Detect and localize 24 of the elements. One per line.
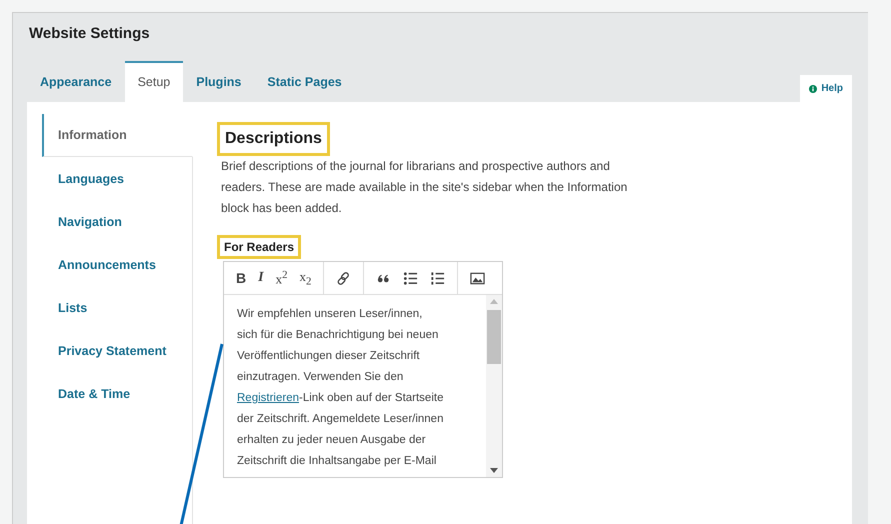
numbered-list-icon[interactable] (430, 270, 446, 286)
italic-button[interactable]: I (252, 270, 270, 286)
format-button[interactable]: x$^{2}$ (270, 268, 294, 288)
link-icon[interactable] (336, 270, 352, 286)
tab[interactable]: Plugins (183, 61, 254, 102)
tab[interactable]: Appearance (27, 61, 125, 102)
help-button[interactable]: Help (800, 75, 852, 102)
sidebar-item[interactable]: Information (42, 114, 193, 157)
rich-text-editor[interactable] (223, 261, 503, 478)
field-label: For Readers (217, 235, 302, 259)
register-link[interactable]: Registrieren (237, 392, 299, 404)
scrollbar[interactable] (486, 295, 502, 477)
tab[interactable]: Static Pages (254, 61, 355, 102)
editor-text: Wir empfehlen unseren Leser/innen, sich für die Benachrichtigung bei neuen Veröffentlichungen dieser Zeitschrift einzutragen. Verwenden Sie den Registrieren-Link oben auf der Startseite der Zeitschrift. Angemeldete Leser/innen erhalten zu jeder neuen Ausgabe der Zeitschrift die Inhaltsangabe per E-Mail (236, 307, 444, 469)
image-icon[interactable] (470, 270, 486, 286)
section-description: Brief descriptions of the journal for librarians and prospective authors and readers. These are made available in the site's sidebar when the Information block has been added. (221, 158, 628, 217)
format-button[interactable]: x$_{2}$ (294, 268, 318, 288)
scroll-down-icon[interactable] (490, 468, 498, 473)
page-title: Website Settings (28, 24, 151, 44)
section-heading: Descriptions (217, 122, 330, 156)
tab[interactable]: Setup (124, 61, 184, 102)
bullet-list-icon[interactable] (403, 270, 418, 286)
bold-button[interactable]: B (230, 270, 252, 286)
info-icon (809, 84, 818, 92)
